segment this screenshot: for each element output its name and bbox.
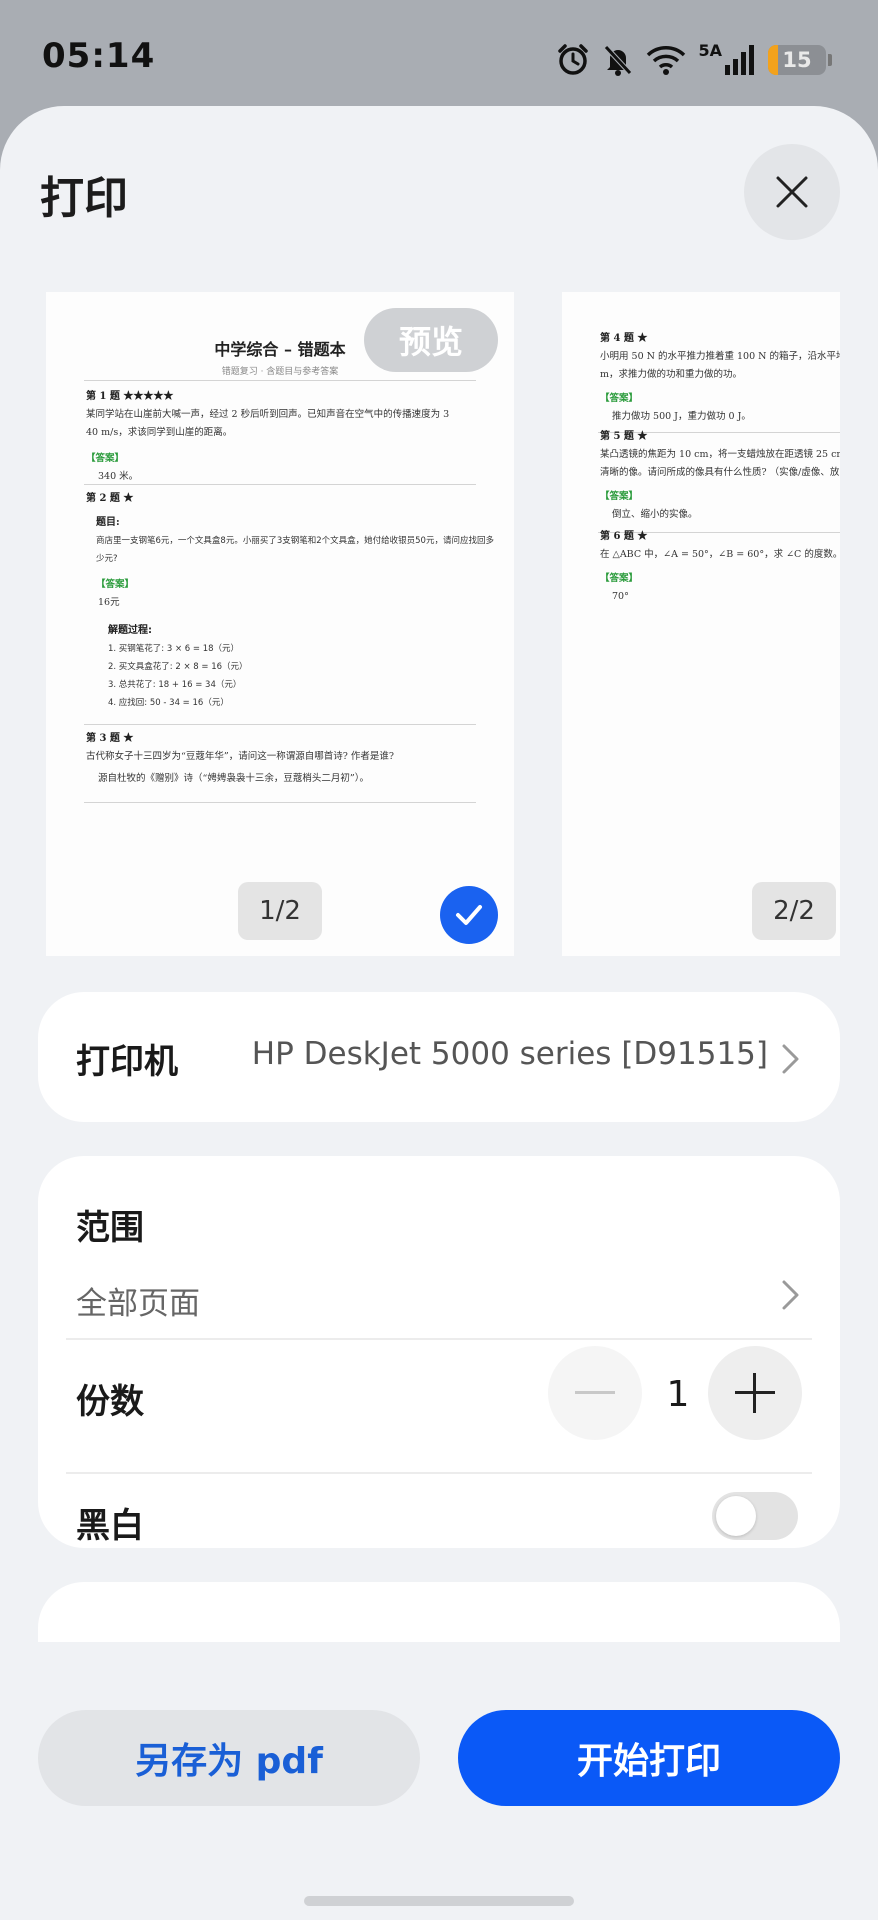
- battery-icon: 15: [768, 45, 826, 75]
- preview-button[interactable]: 预览: [364, 308, 498, 372]
- range-value: 全部页面: [76, 1286, 200, 1322]
- checkmark-icon: [456, 905, 482, 925]
- page-preview-1[interactable]: 中学综合 – 错题本 错题复习 · 含题目与参考答案 第 1 题 ★★★★★ 某…: [46, 292, 514, 956]
- print-sheet: 打印 中学综合 – 错题本 错题复习 · 含题目与参考答案 第 1 题 ★★★★…: [0, 106, 878, 1920]
- start-print-button[interactable]: 开始打印: [458, 1710, 840, 1806]
- question-heading: 第 5 题 ★: [600, 431, 648, 442]
- page-preview-2[interactable]: 第 4 题 ★ 小明用 50 N 的水平推力推着重 100 N 的箱子，沿水平地…: [562, 292, 840, 956]
- question-text: 清晰的像。请问所成的像具有什么性质? （实像/虚像、放: [600, 467, 840, 478]
- save-as-pdf-button[interactable]: 另存为 pdf: [38, 1710, 420, 1806]
- question-prompt: 题目:: [96, 517, 120, 528]
- step-text: 2. 买文具盒花了: 2 × 8 = 16（元）: [108, 662, 248, 672]
- question-heading: 第 3 题 ★: [86, 733, 134, 744]
- bell-muted-icon: [602, 43, 634, 77]
- question-3: 第 3 题 ★ 古代称女子十三四岁为“豆蔻年华”，请问这一称谓源自哪首诗? 作者…: [86, 730, 394, 788]
- range-label: 范围: [76, 1208, 144, 1248]
- question-heading: 第 4 题 ★: [600, 333, 648, 344]
- question-1: 第 1 题 ★★★★★ 某同学站在山崖前大喊一声，经过 2 秒后听到回声。已知声…: [86, 388, 449, 486]
- network-type: 5A: [698, 40, 722, 60]
- status-time: 05:14: [42, 36, 156, 76]
- question-heading: 第 1 题 ★★★★★: [86, 391, 174, 402]
- chevron-right-icon: [782, 1044, 799, 1074]
- divider: [66, 1472, 812, 1474]
- answer-text: 推力做功 500 J，重力做功 0 J。: [612, 411, 751, 422]
- print-options-card: 范围 全部页面 份数 1 黑白: [38, 1156, 840, 1548]
- question-text: 40 m/s，求该同学到山崖的距离。: [86, 427, 233, 438]
- page-selected-checkbox[interactable]: [440, 886, 498, 944]
- answer-label: 【答案】: [600, 393, 639, 404]
- answer-label: 【答案】: [600, 491, 639, 502]
- battery-tip: [828, 54, 832, 66]
- question-divider: [84, 724, 476, 725]
- question-text: 古代称女子十三四岁为“豆蔻年华”，请问这一称谓源自哪首诗? 作者是谁?: [86, 751, 394, 762]
- close-button[interactable]: [744, 144, 840, 240]
- question-4: 第 4 题 ★ 小明用 50 N 的水平推力推着重 100 N 的箱子，沿水平地…: [600, 330, 840, 426]
- black-white-label: 黑白: [76, 1506, 144, 1546]
- copies-value: 1: [666, 1374, 690, 1415]
- chevron-right-icon: [782, 1280, 799, 1310]
- answer-label: 【答案】: [96, 579, 135, 590]
- answer-label: 【答案】: [86, 453, 125, 464]
- question-text: 小明用 50 N 的水平推力推着重 100 N 的箱子，沿水平地面: [600, 351, 840, 362]
- question-heading: 第 2 题 ★: [86, 493, 134, 504]
- step-text: 4. 应找回: 50 - 34 = 16（元）: [108, 698, 229, 708]
- page-badge-1: 1/2: [238, 882, 322, 940]
- printer-label: 打印机: [76, 1042, 178, 1082]
- status-bar: 05:14 5A 15: [0, 0, 878, 110]
- increase-copies-button[interactable]: [708, 1346, 802, 1440]
- signal-icon: [724, 45, 756, 75]
- question-divider: [84, 484, 476, 485]
- more-options-card: [38, 1582, 840, 1642]
- sheet-title: 打印: [40, 173, 128, 224]
- question-divider: [84, 802, 476, 803]
- question-2: 第 2 题 ★ 题目: 商店里一支钢笔6元，一个文具盒8元。小丽买了3支钢笔和2…: [86, 490, 494, 712]
- answer-text: 16元: [98, 597, 120, 608]
- question-text: 少元?: [96, 554, 118, 564]
- minus-icon: [575, 1391, 615, 1394]
- step-text: 3. 总共花了: 18 + 16 = 34（元）: [108, 680, 242, 690]
- step-text: 1. 买钢笔花了: 3 × 6 = 18（元）: [108, 644, 240, 654]
- question-text: 在 △ABC 中，∠A = 50°，∠B = 60°，求 ∠C 的度数。: [600, 549, 840, 560]
- range-row[interactable]: 范围 全部页面: [38, 1156, 840, 1338]
- steps-title: 解题过程:: [108, 625, 152, 636]
- home-indicator[interactable]: [304, 1896, 574, 1906]
- answer-text: 倒立、缩小的实像。: [612, 509, 698, 520]
- wifi-icon: [646, 44, 686, 76]
- decrease-copies-button[interactable]: [548, 1346, 642, 1440]
- answer-text: 70°: [612, 591, 629, 602]
- printer-row[interactable]: 打印机 HP DeskJet 5000 series [D91515]: [38, 992, 840, 1122]
- answer-text: 源自杜牧的《赠别》诗（“娉娉袅袅十三余，豆蔻梢头二月初”）。: [98, 773, 369, 784]
- question-text: 某同学站在山崖前大喊一声，经过 2 秒后听到回声。已知声音在空气中的传播速度为 …: [86, 409, 450, 420]
- battery-level: 15: [782, 48, 812, 72]
- question-text: 商店里一支钢笔6元，一个文具盒8元。小丽买了3支钢笔和2个文具盒，她付给收银员5…: [96, 536, 494, 546]
- close-icon: [776, 176, 808, 208]
- question-heading: 第 6 题 ★: [600, 531, 648, 542]
- doc-rule: [84, 380, 476, 381]
- answer-label: 【答案】: [600, 573, 639, 584]
- question-6: 第 6 题 ★ 在 △ABC 中，∠A = 50°，∠B = 60°，求 ∠C …: [600, 528, 840, 606]
- page-badge-2: 2/2: [752, 882, 836, 940]
- copies-label: 份数: [76, 1382, 144, 1422]
- black-white-toggle[interactable]: [712, 1492, 798, 1540]
- divider: [66, 1338, 812, 1340]
- plus-icon: [735, 1373, 775, 1413]
- alarm-icon: [556, 43, 590, 77]
- question-text: 某凸透镜的焦距为 10 cm，将一支蜡烛放在距透镜 25 cm: [600, 449, 840, 460]
- printer-value: HP DeskJet 5000 series [D91515]: [251, 1036, 768, 1072]
- status-icons: 5A 15: [556, 40, 832, 80]
- question-text: m，求推力做的功和重力做的功。: [600, 369, 743, 380]
- question-5: 第 5 题 ★ 某凸透镜的焦距为 10 cm，将一支蜡烛放在距透镜 25 cm …: [600, 428, 840, 524]
- toggle-knob: [716, 1496, 756, 1536]
